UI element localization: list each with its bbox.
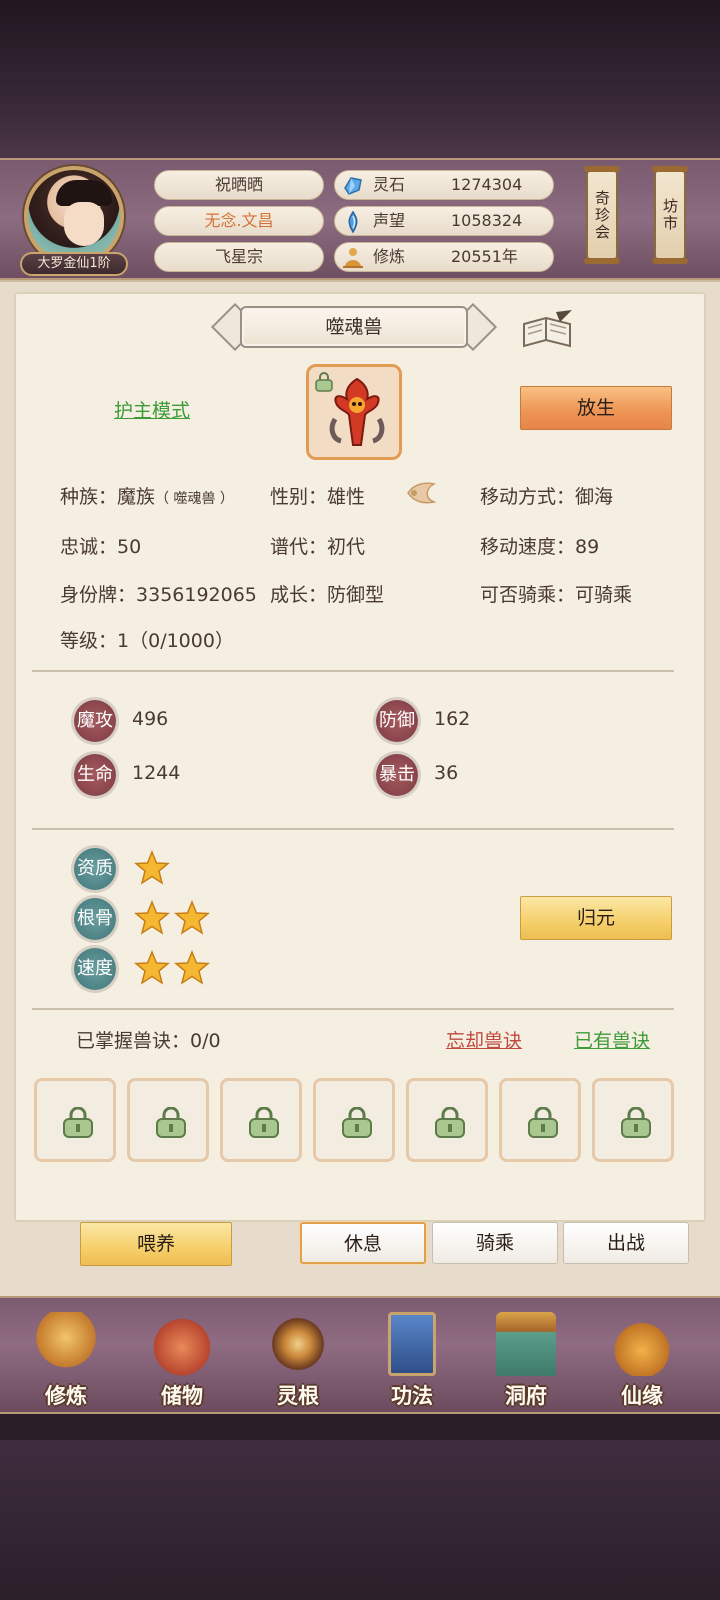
health-badge: 生命: [74, 754, 116, 796]
move-speed-info: 移动速度：89: [480, 536, 600, 558]
bone-badge: 根骨: [74, 898, 116, 940]
player-name: 祝晒晒: [154, 170, 324, 200]
pet-handbook-icon[interactable]: [520, 308, 574, 352]
level-info: 等级：1（0/1000）: [60, 630, 234, 652]
lock-icon: [63, 1107, 93, 1138]
aptitude-badge: 资质: [74, 848, 116, 890]
rank-badge: 大罗金仙1阶: [20, 252, 128, 276]
market-button[interactable]: 坊市: [652, 166, 688, 264]
player-title[interactable]: 无念.文昌: [154, 206, 324, 236]
evolve-arrow-icon[interactable]: [404, 478, 438, 508]
reputation-icon: [348, 210, 358, 234]
spirit-stone-stat: 灵石 1274304: [334, 170, 554, 200]
ride-button[interactable]: 骑乘: [432, 1222, 558, 1264]
lock-icon: [249, 1107, 279, 1138]
divider: [32, 828, 674, 830]
rideable-info: 可否骑乘：可骑乘: [480, 584, 633, 606]
fight-button[interactable]: 出战: [563, 1222, 689, 1264]
skill-slot[interactable]: [127, 1078, 209, 1162]
lock-icon: [342, 1107, 372, 1138]
nav-spirit-root[interactable]: 灵根: [250, 1308, 346, 1408]
critical-badge: 暴击: [376, 754, 418, 796]
skills-mastered: 已掌握兽诀：0/0: [76, 1030, 221, 1052]
growth-info: 成长：防御型: [270, 584, 385, 606]
lock-icon: [156, 1107, 186, 1138]
movement-info: 移动方式：御海: [480, 486, 614, 508]
meditation-icon: [343, 248, 363, 268]
storage-bag-icon: [152, 1312, 212, 1376]
rest-button[interactable]: 休息: [300, 1222, 426, 1264]
nav-storage[interactable]: 储物: [134, 1308, 230, 1408]
player-avatar[interactable]: 大罗金仙1阶: [18, 164, 130, 276]
id-info: 身份牌：3356192065: [60, 584, 257, 606]
feed-button[interactable]: 喂养: [80, 1222, 232, 1266]
lock-icon: [435, 1107, 465, 1138]
nav-cultivate[interactable]: 修炼: [18, 1308, 114, 1408]
skill-slot[interactable]: [313, 1078, 395, 1162]
loyalty-info: 忠诚：50: [60, 536, 142, 558]
lock-icon: [528, 1107, 558, 1138]
divider: [32, 670, 674, 672]
race-info: 种族：魔族（ 噬魂兽 ）: [60, 486, 234, 508]
top-backdrop: [0, 0, 720, 160]
skill-slot[interactable]: [406, 1078, 488, 1162]
treasure-auction-button[interactable]: 奇珍会: [584, 166, 620, 264]
skill-slot[interactable]: [592, 1078, 674, 1162]
divider: [32, 1008, 674, 1010]
pet-portrait-slot[interactable]: [306, 364, 402, 460]
pet-name: 噬魂兽: [240, 306, 468, 348]
technique-book-icon: [388, 1312, 436, 1376]
guard-mode-link[interactable]: 护主模式: [114, 396, 190, 423]
cultivate-icon: [36, 1312, 96, 1376]
owned-skills-link[interactable]: 已有兽诀: [574, 1026, 650, 1053]
reset-button[interactable]: 归元: [520, 896, 672, 940]
cave-mansion-icon: [496, 1312, 556, 1376]
spirit-stone-icon: [344, 177, 362, 195]
soul-devourer-beast-icon: [329, 377, 385, 446]
cultivation-stat: 修炼 20551年: [334, 242, 554, 272]
lock-icon: [621, 1107, 651, 1138]
skill-slot[interactable]: [499, 1078, 581, 1162]
star-icon: [174, 900, 210, 935]
defense-value: 162: [434, 708, 471, 730]
generation-info: 谱代：初代: [270, 536, 366, 558]
star-icon: [174, 950, 210, 985]
magic-attack-value: 496: [132, 708, 169, 730]
skill-slot[interactable]: [34, 1078, 116, 1162]
destiny-gourd-icon: [612, 1312, 672, 1376]
player-header: 大罗金仙1阶 祝晒晒 无念.文昌 飞星宗 灵石 1274304 声望 10583…: [0, 158, 720, 280]
bottom-navigation: 修炼 储物 灵根 功法 洞府 仙缘: [0, 1296, 720, 1414]
star-icon: [134, 900, 170, 935]
release-pet-button[interactable]: 放生: [520, 386, 672, 430]
player-sect[interactable]: 飞星宗: [154, 242, 324, 272]
nav-destiny[interactable]: 仙缘: [594, 1308, 690, 1408]
nav-technique[interactable]: 功法: [364, 1308, 460, 1408]
star-icon: [134, 850, 170, 885]
forget-skill-link[interactable]: 忘却兽诀: [446, 1026, 522, 1053]
health-value: 1244: [132, 762, 181, 784]
nav-cave[interactable]: 洞府: [478, 1308, 574, 1408]
defense-badge: 防御: [376, 700, 418, 742]
critical-value: 36: [434, 762, 459, 784]
avatar-portrait: [24, 166, 124, 266]
magic-attack-badge: 魔攻: [74, 700, 116, 742]
reputation-stat: 声望 1058324: [334, 206, 554, 236]
spirit-root-icon: [268, 1312, 328, 1376]
skill-slot[interactable]: [220, 1078, 302, 1162]
pet-name-plate: 噬魂兽: [210, 302, 498, 352]
speed-badge: 速度: [74, 948, 116, 990]
bottom-backdrop: [0, 1440, 720, 1600]
gender-info: 性别：雄性: [270, 486, 366, 508]
star-icon: [134, 950, 170, 985]
